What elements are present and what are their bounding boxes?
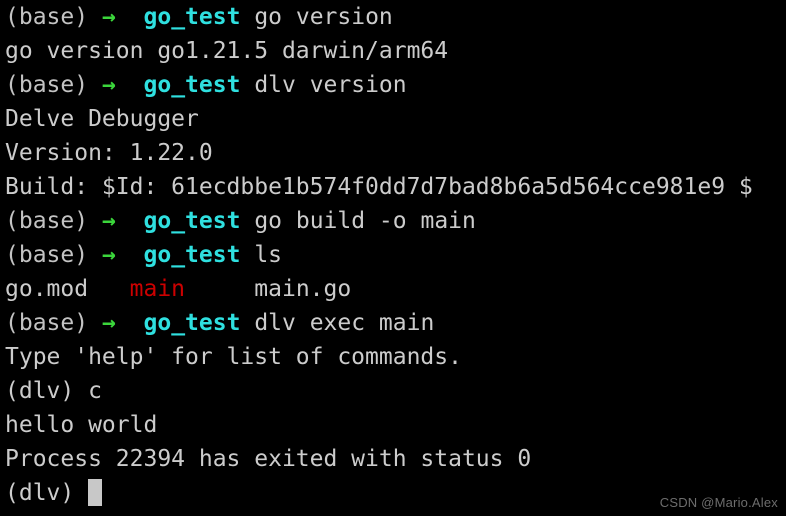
command-text: ls [254, 242, 283, 268]
prompt-arrow-icon: → [101, 72, 116, 98]
prompt-env-label: (base) [5, 242, 89, 268]
prompt-arrow-icon: → [101, 310, 116, 336]
text-cursor [88, 479, 103, 506]
terminal-line-command: (base) → go_test go build -o main [0, 204, 786, 238]
prompt-directory: go_test [143, 242, 241, 268]
prompt-arrow-icon: → [101, 4, 116, 30]
terminal-line-ls-output: go.mod main main.go [0, 272, 786, 306]
file-entry-go-mod: go.mod [5, 276, 89, 302]
prompt-env-label: (base) [5, 72, 89, 98]
terminal-line-output: hello world [5, 412, 158, 438]
prompt-directory: go_test [143, 4, 241, 30]
file-entry-main: main [129, 276, 186, 302]
prompt-env-label: (base) [5, 310, 89, 336]
prompt-arrow-icon: → [101, 242, 116, 268]
terminal-line-output: Type 'help' for list of commands. [5, 344, 462, 370]
command-text: go build -o main [254, 208, 476, 234]
prompt-directory: go_test [143, 72, 241, 98]
terminal-line-dlv-command: (dlv) c [0, 374, 786, 408]
dlv-command-text: c [88, 378, 102, 404]
watermark-label: CSDN @Mario.Alex [659, 495, 778, 510]
command-text: dlv version [254, 72, 407, 98]
command-text: dlv exec main [254, 310, 435, 336]
terminal-line-output: go version go1.21.5 darwin/arm64 [5, 38, 449, 64]
terminal-line-output: Build: $Id: 61ecdbbe1b574f0dd7d7bad8b6a5… [5, 174, 753, 200]
file-gap [88, 276, 130, 302]
dlv-prompt-label: (dlv) [5, 480, 75, 506]
dlv-prompt-label: (dlv) [5, 378, 75, 404]
terminal-line-output: Delve Debugger [5, 106, 199, 132]
file-gap [185, 276, 254, 302]
terminal-line-command: (base) → go_test dlv exec main [0, 306, 786, 340]
prompt-directory: go_test [143, 208, 241, 234]
terminal-line-command: (base) → go_test ls [0, 238, 786, 272]
file-entry-main-go: main.go [254, 276, 352, 302]
terminal-line-output: Process 22394 has exited with status 0 [5, 446, 532, 472]
prompt-arrow-icon: → [101, 208, 116, 234]
prompt-env-label: (base) [5, 208, 89, 234]
prompt-env-label: (base) [5, 4, 89, 30]
terminal-line-command: (base) → go_test dlv version [0, 68, 786, 102]
prompt-directory: go_test [143, 310, 241, 336]
command-text: go version [254, 4, 393, 30]
terminal-line-command: (base) → go_test go version [0, 0, 786, 34]
terminal-window[interactable]: (base) → go_test go version go version g… [0, 0, 786, 516]
terminal-line-output: Version: 1.22.0 [5, 140, 213, 166]
